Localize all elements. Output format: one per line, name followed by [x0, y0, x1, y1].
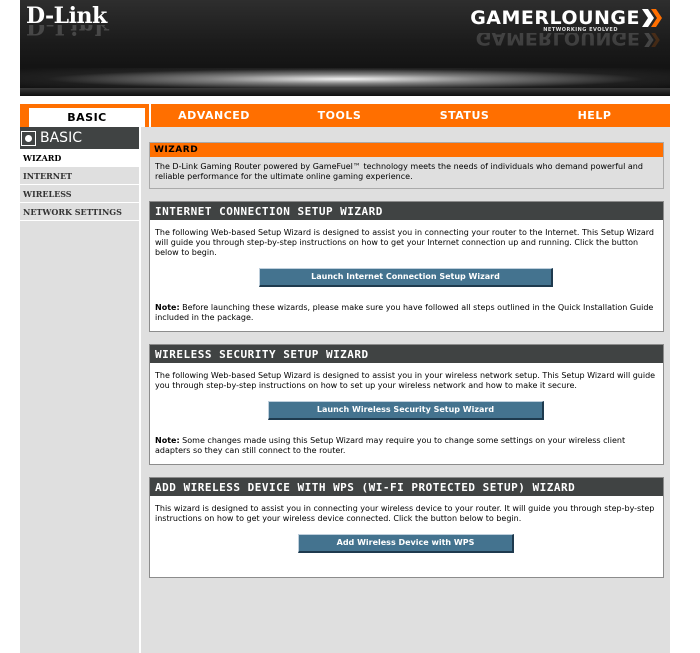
header-light-beam: [20, 68, 670, 90]
wireless-wizard-note: Note: Some changes made using this Setup…: [155, 436, 657, 456]
tab-basic[interactable]: BASIC: [28, 107, 146, 127]
header-banner: D-Link D-Link GAMERLOUNGE NETWORKING EVO…: [20, 0, 670, 96]
tab-status[interactable]: STATUS: [402, 104, 527, 127]
sidebar-item-network-settings[interactable]: NETWORK SETTINGS: [20, 203, 139, 221]
wps-wizard-description: This wizard is designed to assist you in…: [155, 504, 655, 523]
internet-wizard-box: INTERNET CONNECTION SETUP WIZARD The fol…: [149, 201, 664, 332]
wireless-wizard-description: The following Web-based Setup Wizard is …: [155, 371, 656, 390]
wizard-intro-box: WIZARD The D-Link Gaming Router powered …: [149, 142, 664, 189]
launch-internet-wizard-button[interactable]: Launch Internet Connection Setup Wizard: [259, 268, 553, 287]
chevron-logo-reflection-icon: [644, 33, 660, 47]
internet-wizard-description: The following Web-based Setup Wizard is …: [155, 228, 654, 257]
gamerlounge-logo-reflection: GAMERLOUNGE: [475, 33, 640, 49]
tab-advanced[interactable]: ADVANCED: [151, 104, 277, 127]
sidebar-item-internet[interactable]: INTERNET: [20, 167, 139, 185]
wireless-wizard-title: WIRELESS SECURITY SETUP WIZARD: [150, 345, 663, 363]
dlink-logo-reflection: D-Link: [26, 25, 110, 39]
wps-wizard-box: ADD WIRELESS DEVICE WITH WPS (WI-FI PROT…: [149, 477, 664, 578]
internet-wizard-title: INTERNET CONNECTION SETUP WIZARD: [150, 202, 663, 220]
add-wps-device-button[interactable]: Add Wireless Device with WPS: [298, 534, 514, 553]
wizard-intro-title: WIZARD: [150, 143, 663, 157]
top-nav: BASIC ADVANCED TOOLS STATUS HELP: [20, 104, 670, 127]
sidebar-item-wireless[interactable]: WIRELESS: [20, 185, 139, 203]
wps-wizard-title: ADD WIRELESS DEVICE WITH WPS (WI-FI PROT…: [150, 478, 663, 496]
basic-section-icon: [21, 130, 36, 146]
launch-wireless-wizard-button[interactable]: Launch Wireless Security Setup Wizard: [268, 401, 544, 420]
note-text: Some changes made using this Setup Wizar…: [155, 436, 626, 455]
wizard-intro-text: The D-Link Gaming Router powered by Game…: [155, 162, 643, 181]
main-content: WIZARD The D-Link Gaming Router powered …: [141, 127, 670, 653]
sidebar-title-label: BASIC: [40, 130, 82, 146]
note-label: Note:: [155, 303, 180, 312]
wireless-wizard-box: WIRELESS SECURITY SETUP WIZARD The follo…: [149, 344, 664, 465]
tab-help[interactable]: HELP: [527, 104, 662, 127]
chevron-logo-icon: [642, 9, 662, 27]
tab-tools[interactable]: TOOLS: [277, 104, 402, 127]
header-bottom-strip: [20, 88, 670, 96]
note-label: Note:: [155, 436, 180, 445]
sidebar: BASIC WIZARD INTERNET WIRELESS NETWORK S…: [20, 127, 140, 653]
note-text: Before launching these wizards, please m…: [155, 303, 654, 322]
gamerlounge-logo: GAMERLOUNGE: [470, 7, 640, 29]
sidebar-title: BASIC: [20, 127, 139, 149]
sidebar-item-wizard[interactable]: WIZARD: [20, 149, 139, 167]
internet-wizard-note: Note: Before launching these wizards, pl…: [155, 303, 657, 323]
